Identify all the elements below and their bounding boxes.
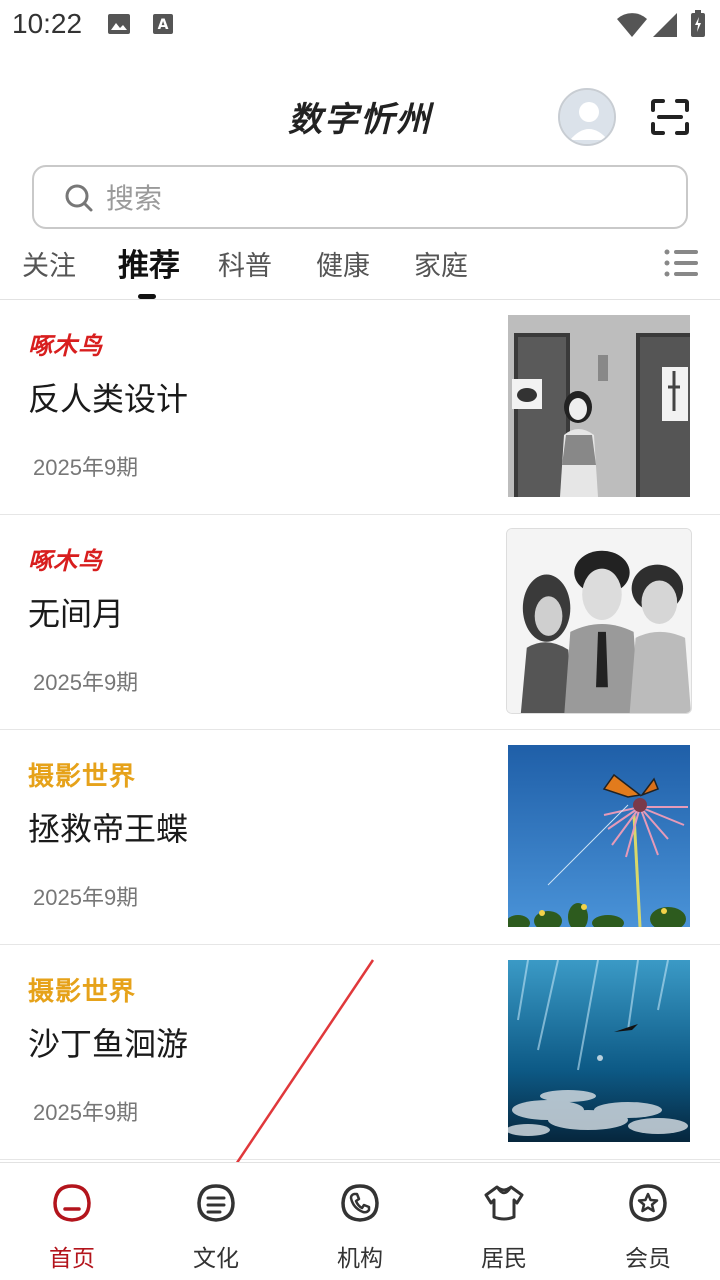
nav-label: 文化 [193, 1246, 239, 1272]
search-bar[interactable] [32, 165, 688, 229]
avatar-button[interactable] [558, 88, 616, 146]
nav-culture[interactable]: 文化 [144, 1163, 288, 1280]
category-tabs: 关注 推荐 科普 健康 家庭 [0, 236, 720, 300]
source-logo: 摄影世界 [28, 762, 137, 792]
scan-icon[interactable] [650, 98, 690, 136]
status-time: 10:22 [12, 8, 83, 39]
nav-label: 首页 [49, 1246, 95, 1272]
status-bar: 10:22 A [0, 0, 720, 50]
article-item[interactable]: 摄影世界 沙丁鱼洄游 2025年9期 [0, 945, 720, 1160]
signal-icon [653, 13, 677, 37]
battery-icon [691, 10, 705, 37]
tab-family[interactable]: 家庭 [414, 244, 468, 283]
nav-label: 机构 [337, 1246, 383, 1272]
nav-label: 居民 [481, 1246, 527, 1272]
list-menu-icon[interactable] [664, 248, 698, 278]
tab-health[interactable]: 健康 [316, 244, 370, 283]
article-item[interactable]: 啄木鸟 反人类设计 2025年9期 [0, 300, 720, 515]
article-date: 2025年9期 [33, 455, 139, 480]
wifi-icon [617, 13, 647, 37]
source-logo: 啄木鸟 [28, 331, 103, 360]
nav-label: 会员 [625, 1246, 671, 1272]
home-icon [53, 1184, 91, 1222]
star-badge-icon [629, 1184, 667, 1222]
shirt-icon [484, 1185, 524, 1221]
tab-recommend[interactable]: 推荐 [118, 240, 180, 285]
nav-institution[interactable]: 机构 [288, 1163, 432, 1280]
search-input[interactable] [106, 179, 666, 217]
article-item[interactable]: 啄木鸟 无间月 2025年9期 [0, 515, 720, 730]
article-item[interactable]: 摄影世界 拯救帝王蝶 2025年9期 [0, 730, 720, 945]
tab-indicator [138, 294, 156, 299]
nav-member[interactable]: 会员 [576, 1163, 720, 1280]
nav-home[interactable]: 首页 [0, 1163, 144, 1280]
article-date: 2025年9期 [33, 885, 139, 910]
article-thumbnail [508, 315, 690, 497]
search-icon [65, 184, 93, 212]
article-title: 沙丁鱼洄游 [28, 1025, 189, 1063]
tab-science[interactable]: 科普 [218, 244, 272, 283]
article-date: 2025年9期 [33, 1100, 139, 1125]
article-date: 2025年9期 [33, 670, 139, 695]
article-thumbnail [506, 528, 692, 714]
tab-follow[interactable]: 关注 [22, 244, 76, 283]
a-icon: A [153, 14, 173, 34]
article-title: 拯救帝王蝶 [28, 810, 189, 848]
article-thumbnail [508, 745, 690, 927]
image-icon [108, 14, 130, 34]
article-title: 反人类设计 [28, 380, 189, 418]
source-logo: 摄影世界 [28, 977, 137, 1007]
article-thumbnail [508, 960, 690, 1142]
source-logo: 啄木鸟 [28, 546, 103, 575]
phone-icon [341, 1184, 379, 1222]
article-title: 无间月 [28, 595, 125, 633]
culture-icon [197, 1184, 235, 1222]
nav-residents[interactable]: 居民 [432, 1163, 576, 1280]
bottom-nav: 首页 文化 机构 居民 会员 [0, 1162, 720, 1280]
svg-text:A: A [158, 17, 169, 33]
